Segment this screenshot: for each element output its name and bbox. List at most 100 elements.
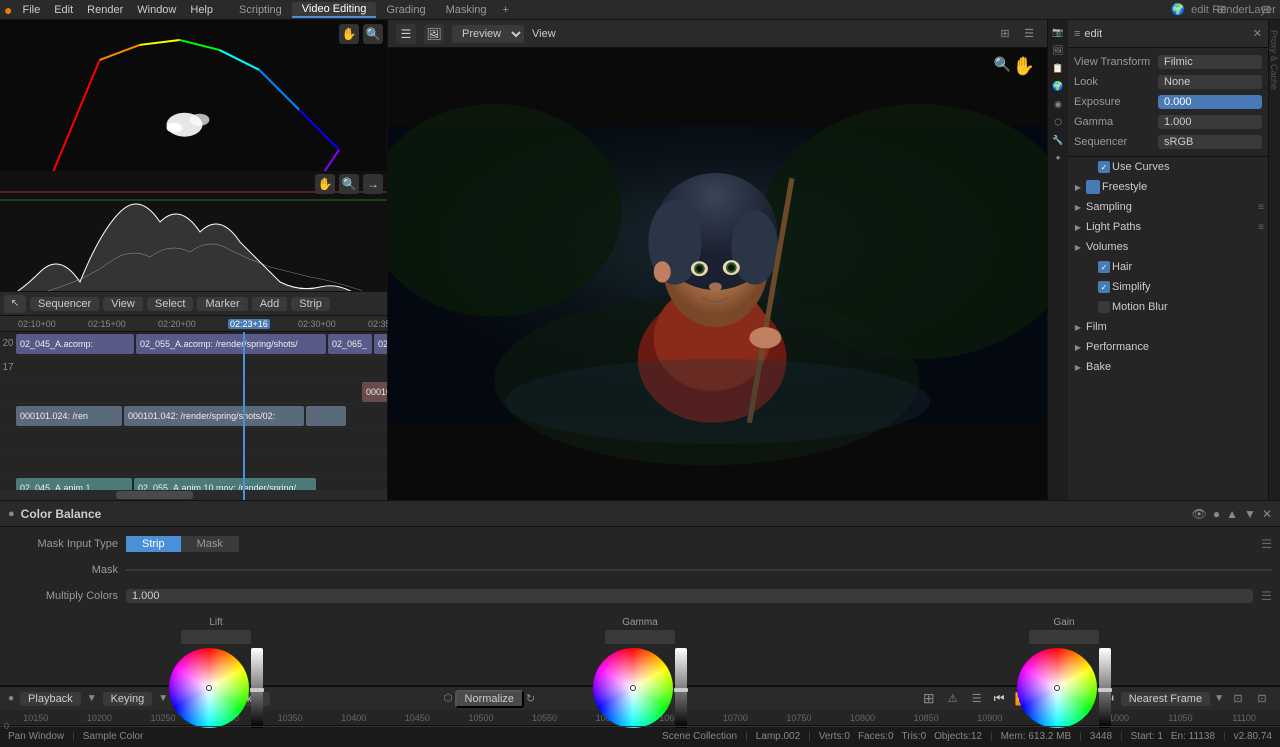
wf-arrow-icon[interactable]: → xyxy=(363,174,383,194)
wf-zoom-icon[interactable]: 🔍 xyxy=(339,174,359,194)
wf-hand-icon[interactable]: ✋ xyxy=(315,174,335,194)
seq-strip-btn[interactable]: Strip xyxy=(291,297,330,311)
cb-dot1-icon[interactable]: ● xyxy=(1213,507,1220,521)
expand-icon[interactable]: ⊡ xyxy=(1256,0,1276,20)
strip-2[interactable]: 02_055_A.acomp: /render/spring/shots/ xyxy=(136,334,326,354)
view-layer-icon[interactable]: 📋 xyxy=(1050,60,1066,76)
lift-color-wheel[interactable] xyxy=(169,648,249,728)
modifier-icon[interactable]: 🔧 xyxy=(1050,132,1066,148)
strip-4[interactable]: 02_07 xyxy=(374,334,387,354)
gain-slider[interactable] xyxy=(1099,648,1111,728)
gamma-value[interactable]: 1.000 xyxy=(1158,115,1262,129)
look-value[interactable]: None xyxy=(1158,75,1262,89)
panel-close-icon[interactable]: ✕ xyxy=(1253,27,1262,40)
pb-extra-icon2[interactable]: ⊡ xyxy=(1252,689,1272,709)
tree-motion-blur[interactable]: Motion Blur xyxy=(1068,297,1268,317)
pb-icon1[interactable]: ⊞ xyxy=(919,689,939,709)
scene-props-icon[interactable]: 🌍 xyxy=(1050,78,1066,94)
lift-slider[interactable] xyxy=(251,648,263,728)
playback-btn[interactable]: Playback xyxy=(20,692,81,706)
tree-performance[interactable]: ▶ Performance xyxy=(1068,337,1268,357)
cb-up-icon[interactable]: ▲ xyxy=(1226,507,1238,521)
cb-strip-btn[interactable]: Strip xyxy=(126,536,181,552)
render-props-icon[interactable]: 📷 xyxy=(1050,24,1066,40)
seq-scrollbar-thumb[interactable] xyxy=(116,491,193,499)
nearest-frame-arrow[interactable]: ▼ xyxy=(1214,693,1224,704)
cb-mask-btn[interactable]: Mask xyxy=(181,536,239,552)
cb-mask-input[interactable] xyxy=(126,569,1272,571)
ws-masking[interactable]: Masking xyxy=(436,3,497,17)
ws-grading[interactable]: Grading xyxy=(376,3,435,17)
cb-multiply-menu[interactable]: ☰ xyxy=(1261,589,1272,603)
tree-freestyle[interactable]: ▶ Freestyle xyxy=(1068,177,1268,197)
strip-11[interactable] xyxy=(306,406,346,426)
seq-cursor-icon[interactable]: ↖ xyxy=(4,295,26,313)
world-props-icon[interactable]: ◉ xyxy=(1050,96,1066,112)
preview-area[interactable]: ✋ 🔍 xyxy=(388,48,1047,500)
gain-color-wheel[interactable] xyxy=(1017,648,1097,728)
scope-zoom-icon[interactable]: 🔍 xyxy=(363,24,383,44)
sequencer-value[interactable]: sRGB xyxy=(1158,135,1262,149)
pb-icon2[interactable]: ⚠ xyxy=(943,689,963,709)
preview-mode-select[interactable]: Preview xyxy=(452,25,524,43)
strip-3[interactable]: 02_065_ xyxy=(328,334,372,354)
tree-use-curves[interactable]: ✓ Use Curves xyxy=(1068,157,1268,177)
object-props-icon[interactable]: ⬡ xyxy=(1050,114,1066,130)
tree-bake[interactable]: ▶ Bake xyxy=(1068,357,1268,377)
cb-eye-icon[interactable]: 👁 xyxy=(1192,507,1207,521)
menu-help[interactable]: Help xyxy=(184,3,219,17)
gamma-slider[interactable] xyxy=(675,648,687,728)
preview-img-icon[interactable]: 🖼 xyxy=(424,24,444,44)
scope-hand-icon[interactable]: ✋ xyxy=(339,24,359,44)
keying-btn[interactable]: Keying xyxy=(103,692,153,706)
ws-add[interactable]: + xyxy=(497,3,515,17)
hair-checkbox[interactable]: ✓ xyxy=(1098,261,1110,273)
motion-blur-checkbox[interactable] xyxy=(1098,301,1110,313)
cb-expand-icon[interactable]: ● xyxy=(8,508,15,520)
seq-scrollbar[interactable] xyxy=(0,490,387,500)
seq-view-btn[interactable]: View xyxy=(103,297,143,311)
pb-jump-start[interactable]: ⏮ xyxy=(991,691,1008,706)
seq-add-btn[interactable]: Add xyxy=(252,297,288,311)
menu-file[interactable]: File xyxy=(16,3,46,17)
ws-video-editing[interactable]: Video Editing xyxy=(292,2,377,18)
view-transform-value[interactable]: Filmic xyxy=(1158,55,1262,69)
seq-sequencer-btn[interactable]: Sequencer xyxy=(30,297,99,311)
gamma-input-bar[interactable] xyxy=(605,630,675,644)
menu-render[interactable]: Render xyxy=(81,3,129,17)
tree-film[interactable]: ▶ Film xyxy=(1068,317,1268,337)
cb-close-icon[interactable]: ✕ xyxy=(1262,507,1272,521)
tree-volumes[interactable]: ▶ Volumes xyxy=(1068,237,1268,257)
preview-icon2[interactable]: ☰ xyxy=(1019,24,1039,44)
cb-multiply-input[interactable]: 1.000 xyxy=(126,589,1253,603)
use-curves-checkbox[interactable]: ✓ xyxy=(1098,161,1110,173)
ws-scripting[interactable]: Scripting xyxy=(229,3,292,17)
normalize-btn[interactable]: Normalize xyxy=(455,690,525,708)
engine-icon[interactable]: 🌍 xyxy=(1168,0,1188,20)
tree-light-paths[interactable]: ▶ Light Paths ≡ xyxy=(1068,217,1268,237)
pb-icon3[interactable]: ☰ xyxy=(967,689,987,709)
lift-input-bar[interactable] xyxy=(181,630,251,644)
cb-side-menu[interactable]: ☰ xyxy=(1261,537,1272,551)
menu-edit[interactable]: Edit xyxy=(48,3,79,17)
menu-window[interactable]: Window xyxy=(131,3,182,17)
preview-icon1[interactable]: ⊞ xyxy=(995,24,1015,44)
seq-marker-btn[interactable]: Marker xyxy=(197,297,247,311)
tree-hair[interactable]: ✓ Hair xyxy=(1068,257,1268,277)
simplify-checkbox[interactable]: ✓ xyxy=(1098,281,1110,293)
particles-icon[interactable]: ✦ xyxy=(1050,150,1066,166)
nearest-frame-btn[interactable]: Nearest Frame xyxy=(1121,692,1210,706)
strip-10[interactable]: 000101.042: /render/spring/shots/02: xyxy=(124,406,304,426)
normalize-refresh[interactable]: ↻ xyxy=(526,692,535,705)
pb-extra-icon1[interactable]: ⊡ xyxy=(1228,689,1248,709)
strip-1[interactable]: 02_045_A.acomp: xyxy=(16,334,134,354)
seq-select-btn[interactable]: Select xyxy=(147,297,194,311)
tree-sampling[interactable]: ▶ Sampling ≡ xyxy=(1068,197,1268,217)
cb-down-icon[interactable]: ▼ xyxy=(1244,507,1256,521)
gain-input-bar[interactable] xyxy=(1029,630,1099,644)
preview-menu-icon[interactable]: ☰ xyxy=(396,24,416,44)
strip-9[interactable]: 000101.024: /ren xyxy=(16,406,122,426)
tree-simplify[interactable]: ✓ Simplify xyxy=(1068,277,1268,297)
preview-view-label[interactable]: View xyxy=(532,28,556,40)
strip-7[interactable]: 00010 xyxy=(362,382,387,402)
